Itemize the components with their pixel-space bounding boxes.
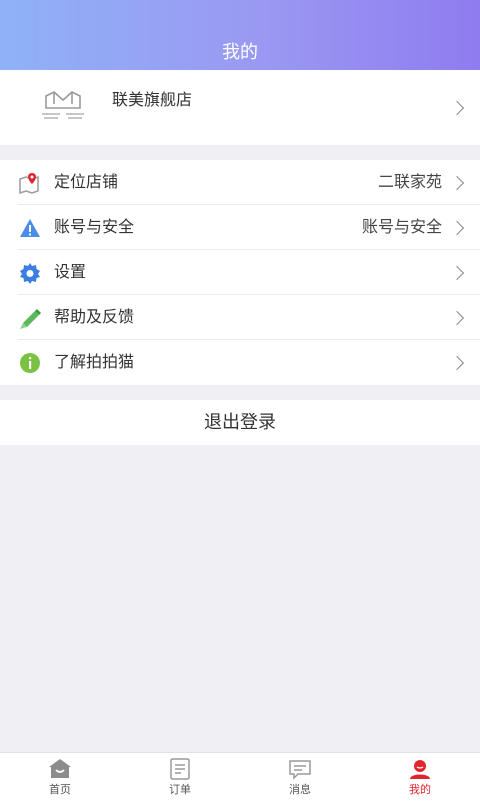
chevron-right-icon [449, 100, 465, 115]
menu-item-settings[interactable]: 设置 [0, 250, 480, 295]
map-pin-icon [19, 173, 39, 195]
logout-button[interactable]: 退出登录 [0, 400, 480, 445]
tab-orders[interactable]: 订单 [120, 753, 240, 801]
tab-label: 我的 [409, 783, 431, 796]
menu-item-value: 账号与安全 [361, 217, 442, 236]
tab-home[interactable]: 首页 [0, 753, 120, 801]
info-icon [20, 353, 40, 373]
tab-messages[interactable]: 消息 [240, 753, 360, 801]
menu-item-locate-store[interactable]: 定位店铺 二联家苑 [0, 160, 480, 205]
warning-icon [20, 219, 40, 237]
menu-item-label: 帮助及反馈 [54, 307, 135, 326]
message-icon [289, 760, 311, 780]
chevron-right-icon [449, 265, 465, 280]
order-icon [170, 758, 190, 780]
store-name: 联美旗舰店 [112, 90, 193, 109]
chevron-right-icon [449, 220, 465, 235]
chevron-right-icon [449, 310, 465, 325]
header-bar: 我的 [0, 0, 480, 70]
pencil-icon [20, 309, 41, 329]
gear-icon [20, 263, 40, 284]
menu-item-label: 设置 [54, 262, 87, 281]
menu-item-account-security[interactable]: 账号与安全 账号与安全 [0, 205, 480, 250]
tab-label: 消息 [289, 783, 311, 796]
store-logo-icon [42, 91, 84, 119]
menu-item-label: 了解拍拍猫 [54, 352, 135, 371]
chevron-right-icon [449, 355, 465, 370]
menu-item-label: 账号与安全 [54, 217, 135, 236]
bottom-tab-bar: 首页 订单 消息 我的 [0, 752, 480, 801]
home-icon [49, 759, 71, 778]
menu-item-help-feedback[interactable]: 帮助及反馈 [0, 295, 480, 340]
menu-item-label: 定位店铺 [54, 172, 119, 191]
tab-label: 订单 [169, 783, 191, 796]
store-card[interactable]: 联美旗舰店 [0, 70, 480, 145]
menu-item-value: 二联家苑 [377, 172, 442, 191]
chevron-right-icon [449, 175, 465, 190]
profile-icon [410, 760, 430, 779]
settings-menu: 定位店铺 二联家苑 账号与安全 账号与安全 设置 帮助及反馈 了解拍拍猫 [0, 160, 480, 385]
menu-item-about[interactable]: 了解拍拍猫 [0, 340, 480, 385]
page-title: 我的 [222, 42, 258, 63]
tab-profile[interactable]: 我的 [360, 753, 480, 801]
tab-label: 首页 [49, 783, 71, 796]
